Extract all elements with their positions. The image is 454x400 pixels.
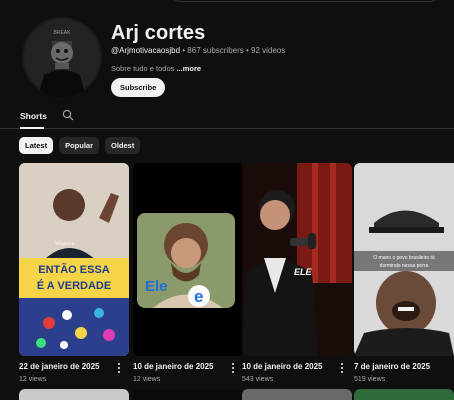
search-bar-edge	[170, 0, 440, 2]
short-thumbnail-8[interactable]	[354, 389, 454, 400]
channel-meta: @Arjmotivacaosjbd • 867 subscribers • 92…	[111, 46, 285, 55]
short-4-caption-line-2: dormindo nessa porra	[380, 263, 429, 269]
chip-latest[interactable]: Latest	[19, 137, 54, 154]
channel-handle: @Arjmotivacaosjbd	[111, 46, 181, 55]
short-4-date[interactable]: 7 de janeiro de 2025	[354, 362, 430, 371]
short-3-more-icon[interactable]	[339, 362, 345, 374]
short-1-overlay-line-1: ENTÃO ESSA	[38, 263, 110, 276]
description-text: Sobre tudo e todos	[111, 64, 177, 73]
short-1-views: 12 views	[19, 376, 47, 383]
short-1-date[interactable]: 22 de janeiro de 2025	[19, 362, 100, 371]
chip-popular[interactable]: Popular	[59, 137, 100, 154]
short-4-caption-line-1: O mano o povo brasileiro tá	[373, 255, 435, 261]
more-link[interactable]: ...more	[176, 64, 201, 73]
tab-shorts[interactable]: Shorts	[20, 111, 47, 121]
short-thumbnail-3[interactable]: ELE	[242, 163, 352, 356]
channel-avatar[interactable]: BREAK	[22, 17, 102, 97]
wharton-logo-text: Wharton	[55, 241, 74, 247]
short-1-more-icon[interactable]	[116, 362, 122, 374]
tab-active-indicator	[20, 127, 44, 129]
short-thumbnail-5[interactable]	[19, 389, 129, 400]
channel-stats: • 867 subscribers • 92 videos	[180, 46, 286, 55]
search-icon[interactable]	[62, 109, 74, 121]
avatar-text: BREAK	[54, 30, 72, 36]
short-3-date[interactable]: 10 de janeiro de 2025	[242, 362, 323, 371]
subscribe-button[interactable]: Subscribe	[111, 78, 166, 97]
svg-text:e: e	[194, 287, 203, 306]
short-2-views: 12 views	[133, 376, 161, 383]
short-thumbnail-4[interactable]: O mano o povo brasileiro tá dormindo nes…	[354, 163, 454, 356]
short-4-views: 519 views	[354, 376, 386, 383]
short-thumbnail-7[interactable]	[242, 389, 352, 400]
short-thumbnail-6[interactable]	[133, 389, 243, 400]
sort-chips: Latest Popular Oldest	[19, 137, 141, 154]
short-1-overlay-line-2: É A VERDADE	[37, 279, 111, 292]
short-2-more-icon[interactable]	[230, 362, 236, 374]
short-2-date[interactable]: 10 de janeiro de 2025	[133, 362, 214, 371]
short-2-overlay-text: Ele	[145, 278, 168, 295]
short-thumbnail-2[interactable]: Ele e	[133, 163, 243, 356]
channel-description[interactable]: Sobre tudo e todos ...more	[111, 64, 201, 73]
short-3-views: 543 views	[242, 376, 274, 383]
short-thumbnail-1[interactable]: Wharton ENTÃO ESSA É A VERDADE	[19, 163, 129, 356]
channel-tabs: Shorts	[0, 108, 454, 129]
channel-name: Arj cortes	[111, 22, 206, 44]
short-3-overlay-text: ELE	[294, 267, 313, 277]
chip-oldest[interactable]: Oldest	[105, 137, 141, 154]
